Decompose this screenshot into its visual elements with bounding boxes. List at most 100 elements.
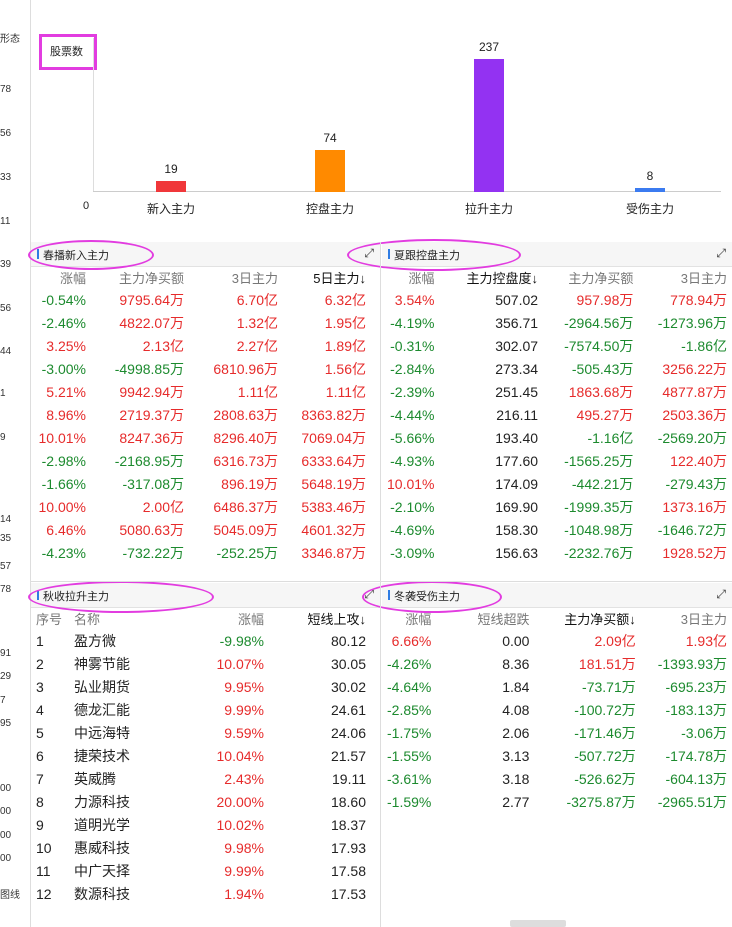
column-header[interactable]: 主力控盘度↓ <box>439 266 543 288</box>
table-row[interactable]: -2.98% -2168.95万 6316.73万 6333.64万 <box>31 449 371 472</box>
column-header[interactable]: 涨幅 <box>31 266 91 288</box>
table-row[interactable]: -3.00% -4998.85万 6810.96万 1.56亿 <box>31 357 371 380</box>
table-row[interactable]: 8 力源科技 20.00% 18.60 <box>31 790 371 813</box>
table-row[interactable]: -4.69% 158.30 -1048.98万 -1646.72万 <box>382 518 732 541</box>
table-row[interactable]: 10.01% 174.09 -442.21万 -279.43万 <box>382 472 732 495</box>
table-cell: -1646.72万 <box>657 521 727 538</box>
table-row[interactable]: 8.96% 2719.37万 2808.63万 8363.82万 <box>31 403 371 426</box>
table-cell: 156.63 <box>495 544 539 561</box>
table-row[interactable]: -2.39% 251.45 1863.68万 4877.87万 <box>382 380 732 403</box>
table-cell: -1565.25万 <box>564 452 634 469</box>
table-cell: -0.54% <box>41 291 86 308</box>
table-cell: -2.84% <box>390 360 435 377</box>
left-strip-label: 图线 <box>0 890 20 901</box>
table-cell: 2503.36万 <box>662 406 727 423</box>
table-cell: 11 <box>36 862 51 879</box>
column-header[interactable]: 5日主力↓ <box>283 266 371 288</box>
left-strip-label: 00 <box>0 830 12 841</box>
table-row[interactable]: 4 德龙汇能 9.99% 24.61 <box>31 698 371 721</box>
column-header[interactable]: 涨幅 <box>189 607 269 629</box>
table-row[interactable]: -0.54% 9795.64万 6.70亿 6.32亿 <box>31 288 371 311</box>
table-cell: -174.78万 <box>665 747 727 764</box>
table-row[interactable]: -1.75% 2.06 -171.46万 -3.06万 <box>382 721 732 744</box>
table-row[interactable]: -4.23% -732.22万 -252.25万 3346.87万 <box>31 541 371 564</box>
table-cell: -171.46万 <box>574 724 636 741</box>
table-cell: 193.40 <box>495 429 539 446</box>
table-row[interactable]: -3.09% 156.63 -2232.76万 1928.52万 <box>382 541 732 564</box>
table-row[interactable]: -4.44% 216.11 495.27万 2503.36万 <box>382 403 732 426</box>
table-row[interactable]: -1.66% -317.08万 896.19万 5648.19万 <box>31 472 371 495</box>
table-row[interactable]: 11 中广天择 9.99% 17.58 <box>31 859 371 882</box>
table-cell: 896.19万 <box>221 475 278 492</box>
table-row[interactable]: 2 神雾节能 10.07% 30.05 <box>31 652 371 675</box>
table-row[interactable]: 6 捷荣技术 10.04% 21.57 <box>31 744 371 767</box>
table-row[interactable]: -4.19% 356.71 -2964.56万 -1273.96万 <box>382 311 732 334</box>
left-strip-label: 56 <box>0 128 12 139</box>
table-cell: -3275.87万 <box>566 793 636 810</box>
table-cell: 174.09 <box>495 475 539 492</box>
table-cell: 8 <box>36 793 44 810</box>
column-header[interactable]: 短线上攻↓ <box>269 607 371 629</box>
bar-1[interactable] <box>315 150 345 192</box>
table-cell: 捷荣技术 <box>74 747 130 764</box>
table-row[interactable]: -1.55% 3.13 -507.72万 -174.78万 <box>382 744 732 767</box>
table-row[interactable]: -4.64% 1.84 -73.71万 -695.23万 <box>382 675 732 698</box>
table-cell: -1.16亿 <box>587 429 634 446</box>
table-row[interactable]: 9 道明光学 10.02% 18.37 <box>31 813 371 836</box>
table-cell: 6.70亿 <box>236 291 278 308</box>
table-cell: 数源科技 <box>74 885 130 902</box>
table-cell: 302.07 <box>495 337 539 354</box>
bar-3[interactable] <box>635 188 665 192</box>
column-header[interactable]: 短线超跌 <box>436 607 534 629</box>
column-header[interactable]: 涨幅 <box>382 607 436 629</box>
table-row[interactable]: -2.46% 4822.07万 1.32亿 1.95亿 <box>31 311 371 334</box>
table-cell: 3256.22万 <box>662 360 727 377</box>
column-header[interactable]: 3日主力 <box>641 607 732 629</box>
table-cell: 177.60 <box>495 452 539 469</box>
table-row[interactable]: -4.93% 177.60 -1565.25万 122.40万 <box>382 449 732 472</box>
table-cell: 778.94万 <box>670 291 727 308</box>
panel-header: 秋收拉升主力 ⤢ <box>28 581 380 613</box>
table-row[interactable]: -3.61% 3.18 -526.62万 -604.13万 <box>382 767 732 790</box>
table-row[interactable]: -4.26% 8.36 181.51万 -1393.93万 <box>382 652 732 675</box>
table-row[interactable]: 10.01% 8247.36万 8296.40万 7069.04万 <box>31 426 371 449</box>
table-row[interactable]: 10.00% 2.00亿 6486.37万 5383.46万 <box>31 495 371 518</box>
table-row[interactable]: 6.66% 0.00 2.09亿 1.93亿 <box>382 629 732 652</box>
table-cell: 中远海特 <box>74 724 130 741</box>
table-row[interactable]: 12 数源科技 1.94% 17.53 <box>31 882 371 905</box>
bar-0[interactable] <box>156 181 186 192</box>
table-row[interactable]: 1 盈方微 -9.98% 80.12 <box>31 629 371 652</box>
bar-category-label: 控盘主力 <box>305 202 354 216</box>
column-header[interactable]: 3日主力 <box>189 266 283 288</box>
column-header[interactable]: 序号 <box>31 607 69 629</box>
table-row[interactable]: 5 中远海特 9.59% 24.06 <box>31 721 371 744</box>
table-row[interactable]: 6.46% 5080.63万 5045.09万 4601.32万 <box>31 518 371 541</box>
bar-value-label: 74 <box>323 131 337 145</box>
table-row[interactable]: -2.10% 169.90 -1999.35万 1373.16万 <box>382 495 732 518</box>
table-row[interactable]: -2.84% 273.34 -505.43万 3256.22万 <box>382 357 732 380</box>
bar-2[interactable] <box>474 59 504 192</box>
expand-icon[interactable]: ⤢ <box>716 246 726 261</box>
column-header[interactable]: 主力净买额 <box>91 266 189 288</box>
table-row[interactable]: 3 弘业期货 9.95% 30.02 <box>31 675 371 698</box>
expand-icon[interactable]: ⤢ <box>716 587 726 602</box>
main-inflow-table: 涨幅 主力净买额 3日主力 5日主力↓ -0.54% 9795.64万 6.70亿 6.32亿… <box>31 266 371 564</box>
table-row[interactable]: 10 惠威科技 9.98% 17.93 <box>31 836 371 859</box>
column-header[interactable]: 3日主力 <box>638 266 732 288</box>
table-row[interactable]: -2.85% 4.08 -100.72万 -183.13万 <box>382 698 732 721</box>
column-header[interactable]: 名称 <box>69 607 189 629</box>
table-row[interactable]: 3.25% 2.13亿 2.27亿 1.89亿 <box>31 334 371 357</box>
column-header[interactable]: 涨幅 <box>382 266 439 288</box>
left-strip-label: 78 <box>0 584 12 595</box>
column-header[interactable]: 主力净买额 <box>543 266 638 288</box>
table-row[interactable]: 7 英威腾 2.43% 19.11 <box>31 767 371 790</box>
table-row[interactable]: 3.54% 507.02 957.98万 778.94万 <box>382 288 732 311</box>
column-header[interactable]: 主力净买额↓ <box>534 607 640 629</box>
table-row[interactable]: -5.66% 193.40 -1.16亿 -2569.20万 <box>382 426 732 449</box>
panel-header: 夏跟控盘主力 ⤢ <box>347 239 732 271</box>
table-cell: 495.27万 <box>576 406 634 423</box>
table-row[interactable]: -1.59% 2.77 -3275.87万 -2965.51万 <box>382 790 732 813</box>
table-row[interactable]: -0.31% 302.07 -7574.50万 -1.86亿 <box>382 334 732 357</box>
horizontal-scrollbar[interactable] <box>510 920 566 927</box>
table-row[interactable]: 5.21% 9942.94万 1.11亿 1.11亿 <box>31 380 371 403</box>
